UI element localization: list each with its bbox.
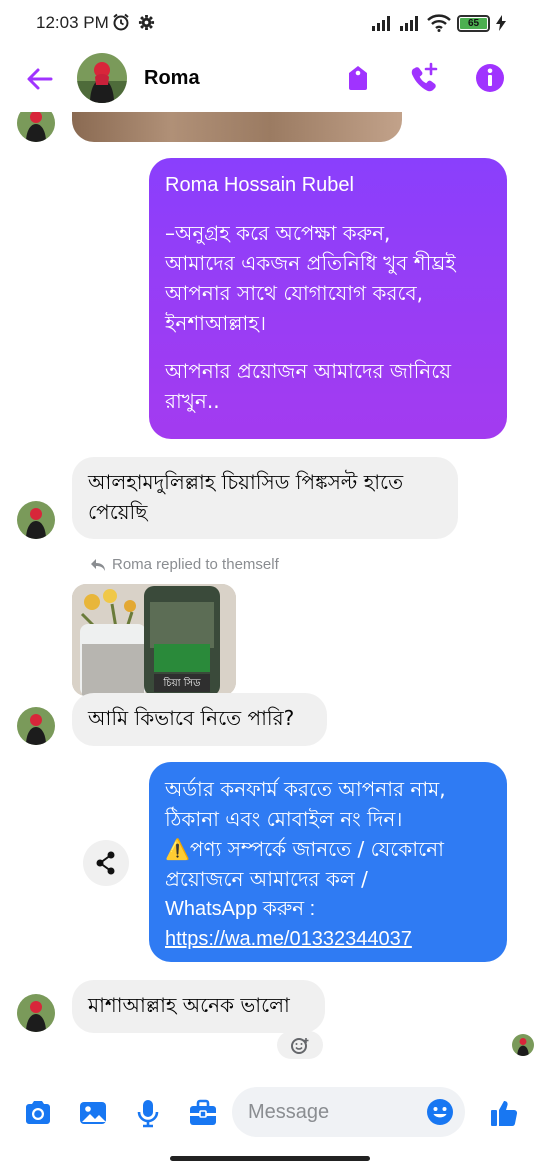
message-line: ঠিকানা এবং মোবাইল নং দিন। <box>165 807 403 831</box>
conversation-header: Roma <box>0 46 540 112</box>
reply-indicator: Roma replied to themself <box>90 556 279 573</box>
emoji-icon[interactable] <box>426 1098 454 1126</box>
share-button[interactable] <box>83 840 129 886</box>
signal-icon <box>400 16 418 31</box>
sender-avatar[interactable] <box>17 112 55 142</box>
message-input[interactable] <box>248 1099 408 1125</box>
incoming-message[interactable]: আলহামদুলিল্লাহ চিয়াসিড পিঙ্কসল্ট হাতে প… <box>72 457 458 539</box>
message-line <box>165 200 491 218</box>
message-line: আপনার প্রয়োজন আমাদের জানিয়ে <box>165 359 452 383</box>
replied-photo[interactable]: চিয়া সিড <box>72 584 236 696</box>
add-reaction-button[interactable] <box>277 1031 323 1059</box>
emoji-add-icon <box>291 1038 309 1054</box>
shared-photo-partial[interactable] <box>72 112 402 142</box>
message-line: আমাদের একজন প্রতিনিধি খুব শীঘ্রই <box>165 251 456 275</box>
message-line: –অনুগ্রহ করে অপেক্ষা করুন, <box>165 221 391 245</box>
reply-arrow-icon <box>91 558 105 571</box>
wifi-icon <box>427 14 451 32</box>
contact-name[interactable]: Roma <box>144 67 200 90</box>
message-line: আপনার সাথে যোগাযোগ করবে, <box>165 281 424 305</box>
tag-icon[interactable] <box>342 62 374 94</box>
share-icon <box>96 851 115 875</box>
battery-level: 65 <box>460 17 487 29</box>
message-composer <box>0 1078 540 1148</box>
sender-avatar[interactable] <box>17 707 55 745</box>
settings-icon <box>138 14 155 30</box>
signal-icon <box>372 16 390 31</box>
message-line: আমি কিভাবে নিতে পারি? <box>88 706 295 730</box>
message-line: WhatsApp করুন : <box>165 898 316 920</box>
briefcase-icon[interactable] <box>187 1097 219 1129</box>
sender-avatar[interactable] <box>17 994 55 1032</box>
message-line: ⚠️পণ্য সম্পর্কে জানতে / যেকোনো <box>165 837 444 861</box>
alarm-icon <box>113 13 129 31</box>
incoming-message[interactable]: মাশাআল্লাহ অনেক ভালো <box>72 980 325 1033</box>
message-line: পেয়েছি <box>88 500 148 524</box>
outgoing-message[interactable]: Roma Hossain Rubel –অনুগ্রহ করে অপেক্ষা … <box>149 158 507 439</box>
message-line: ইনশাআল্লাহ। <box>165 311 266 335</box>
status-time: 12:03 PM <box>36 13 109 32</box>
back-arrow-icon[interactable] <box>24 64 54 94</box>
message-list[interactable]: Roma Hossain Rubel –অনুগ্রহ করে অপেক্ষা … <box>0 112 540 1078</box>
message-line: প্রয়োজনে আমাদের কল / <box>165 867 368 891</box>
message-line: রাখুন.. <box>165 389 220 413</box>
outgoing-message[interactable]: অর্ডার কনফার্ম করতে আপনার নাম, ঠিকানা এব… <box>149 762 507 962</box>
home-indicator[interactable] <box>170 1156 370 1161</box>
whatsapp-link[interactable]: https://wa.me/01332344037 <box>165 924 491 954</box>
microphone-icon[interactable] <box>132 1097 164 1129</box>
svg-text:চিয়া সিড: চিয়া সিড <box>162 677 201 689</box>
message-line: আলহামদুলিল্লাহ চিয়াসিড পিঙ্কসল্ট হাতে <box>88 470 404 494</box>
charging-icon <box>496 15 506 31</box>
status-bar: 12:03 PM 65 <box>0 0 540 46</box>
reply-label-text: Roma replied to themself <box>112 556 279 573</box>
message-line <box>165 338 491 356</box>
message-line: Roma Hossain Rubel <box>165 174 354 196</box>
gallery-icon[interactable] <box>77 1097 109 1129</box>
thumbs-up-icon[interactable] <box>488 1097 520 1129</box>
contact-avatar[interactable] <box>77 53 127 103</box>
message-line: অর্ডার কনফার্ম করতে আপনার নাম, <box>165 777 446 801</box>
phone-add-icon[interactable] <box>408 62 440 94</box>
seen-avatar <box>512 1034 534 1056</box>
message-line: মাশাআল্লাহ অনেক ভালো <box>88 993 290 1017</box>
sender-avatar[interactable] <box>17 501 55 539</box>
info-icon[interactable] <box>474 62 506 94</box>
camera-icon[interactable] <box>22 1097 54 1129</box>
message-input-container[interactable] <box>232 1087 465 1137</box>
battery-icon: 65 <box>457 14 490 32</box>
incoming-message[interactable]: আমি কিভাবে নিতে পারি? <box>72 693 327 746</box>
